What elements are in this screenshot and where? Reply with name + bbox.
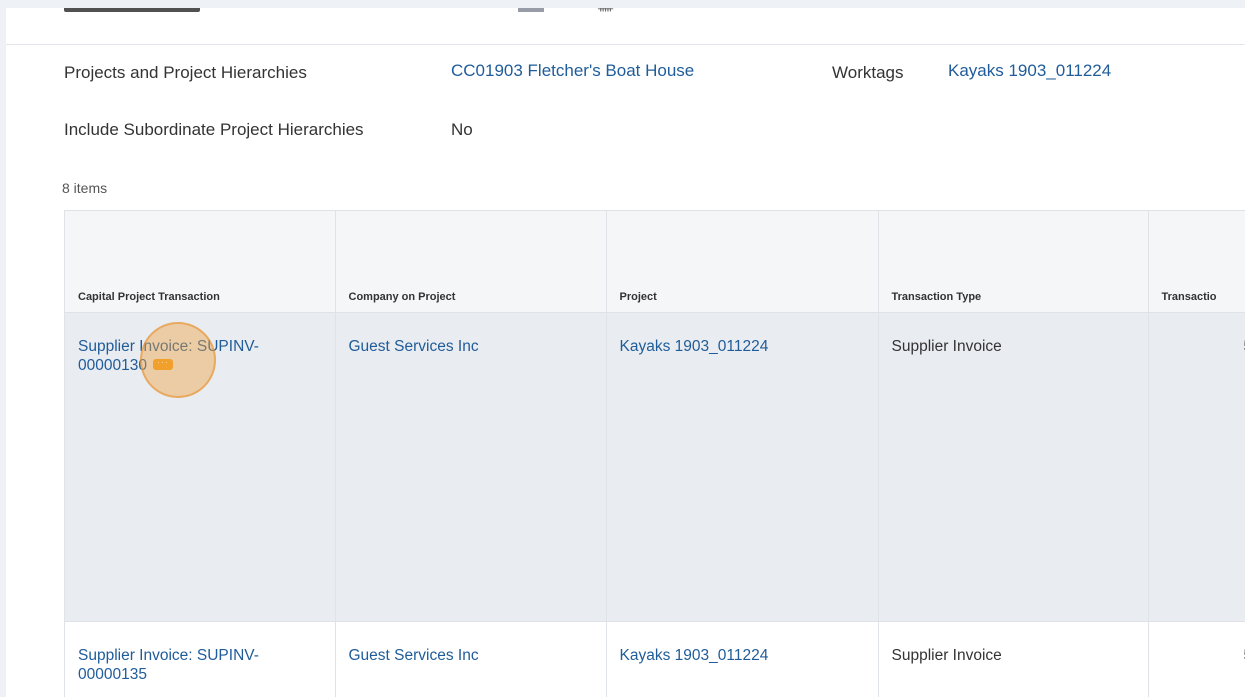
- transaction-link-line1: Supplier Invoice: SUPINV-: [78, 647, 259, 664]
- report-card: ᚔ Projects and Project Hierarchies CC019…: [6, 8, 1245, 697]
- cell-project: Kayaks 1903_011224: [606, 621, 879, 697]
- column-header-company-on-project[interactable]: Company on Project: [335, 211, 607, 313]
- cell-project: Kayaks 1903_011224: [606, 312, 879, 622]
- projects-value-link[interactable]: CC01903 Fletcher's Boat House: [451, 61, 694, 81]
- project-link[interactable]: Kayaks 1903_011224: [620, 647, 769, 664]
- transaction-link-line1: Supplier Invoice: SUPINV-: [78, 338, 259, 355]
- cell-amount: 5: [1148, 312, 1245, 622]
- cell-company: Guest Services Inc: [335, 621, 607, 697]
- transaction-link[interactable]: Supplier Invoice: SUPINV- 00000135: [78, 647, 259, 683]
- cell-transaction-type: Supplier Invoice: [878, 312, 1149, 622]
- column-header-project[interactable]: Project: [606, 211, 879, 313]
- company-link[interactable]: Guest Services Inc: [349, 647, 479, 664]
- cell-amount: 5: [1148, 621, 1245, 697]
- table-header-row: Capital Project Transaction Company on P…: [65, 211, 1245, 313]
- column-header-transaction-amount[interactable]: Transactio: [1148, 211, 1245, 313]
- table-row: Supplier Invoice: SUPINV- 00000130 ··· Gue…: [65, 312, 1245, 622]
- items-count: 8 items: [62, 180, 108, 196]
- table-row: Supplier Invoice: SUPINV- 00000135 Guest …: [65, 621, 1245, 697]
- column-header-transaction-type[interactable]: Transaction Type: [878, 211, 1149, 313]
- filter-icon[interactable]: ᚔ: [598, 8, 613, 15]
- transactions-grid: Capital Project Transaction Company on P…: [64, 210, 1245, 697]
- transaction-link-line2: 00000130: [78, 357, 147, 374]
- cell-company: Guest Services Inc: [335, 312, 607, 622]
- include-subordinate-value: No: [451, 120, 473, 139]
- worktags-label: Worktags: [832, 63, 904, 82]
- title-action-truncated[interactable]: [518, 8, 544, 12]
- transaction-link-line2: 00000135: [78, 666, 147, 683]
- cell-transaction: Supplier Invoice: SUPINV- 00000130 ···: [65, 312, 336, 622]
- project-link[interactable]: Kayaks 1903_011224: [620, 338, 769, 355]
- cell-transaction: Supplier Invoice: SUPINV- 00000135: [65, 621, 336, 697]
- transactions-table: Capital Project Transaction Company on P…: [65, 211, 1245, 697]
- company-link[interactable]: Guest Services Inc: [349, 338, 479, 355]
- column-header-capital-project-transaction[interactable]: Capital Project Transaction: [65, 211, 336, 313]
- report-title-bar: ᚔ: [6, 8, 1245, 45]
- cell-transaction-type: Supplier Invoice: [878, 621, 1149, 697]
- projects-label: Projects and Project Hierarchies: [64, 63, 307, 82]
- include-subordinate-label: Include Subordinate Project Hierarchies: [64, 120, 364, 139]
- related-actions-icon[interactable]: ···: [152, 358, 173, 371]
- page-title-truncated: [64, 8, 200, 12]
- worktags-value-link[interactable]: Kayaks 1903_011224: [948, 61, 1111, 81]
